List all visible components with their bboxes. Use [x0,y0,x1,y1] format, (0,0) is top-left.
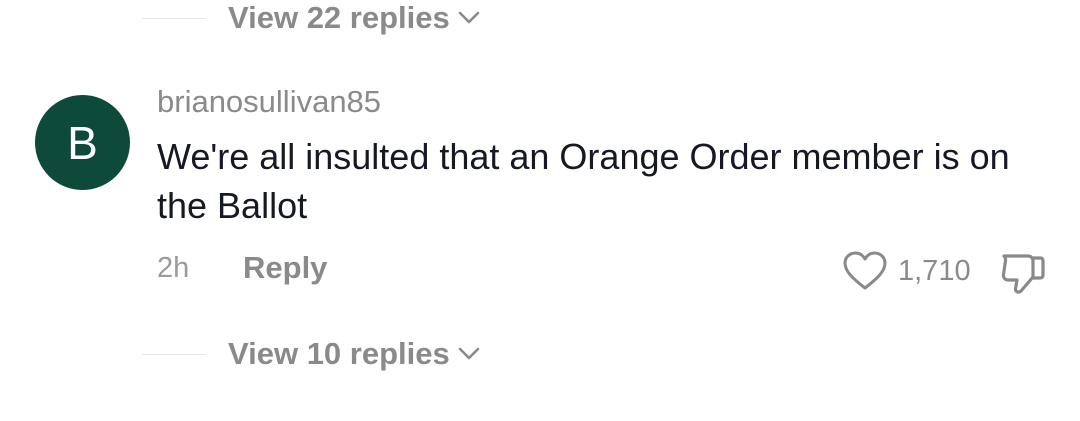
view-replies-label: View 22 replies [228,0,450,35]
reply-divider-top [142,18,206,19]
avatar[interactable]: B [35,95,130,190]
comment-text: We're all insulted that an Orange Order … [157,136,1010,226]
heart-outline-icon [843,251,887,290]
reply-divider-bottom [142,354,206,355]
chevron-down-icon [458,11,480,24]
reply-button[interactable]: Reply [243,250,327,286]
view-replies-top-button[interactable]: View 22 replies [228,0,480,36]
comment-username[interactable]: brianosullivan85 [157,84,381,120]
avatar-letter: B [67,116,98,169]
chevron-down-icon [458,347,480,360]
view-replies-bottom-button[interactable]: View 10 replies [228,336,480,372]
like-count: 1,710 [898,254,971,287]
like-button[interactable]: 1,710 [842,250,971,292]
view-replies-label: View 10 replies [228,336,450,371]
comment-timestamp: 2h [157,252,190,284]
thumbs-down-icon[interactable] [998,250,1048,296]
